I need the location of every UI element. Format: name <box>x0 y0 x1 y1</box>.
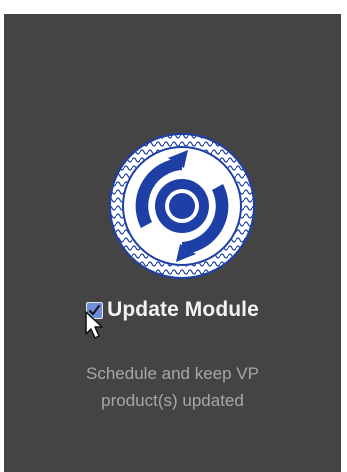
module-title-row: Update Module <box>4 294 341 326</box>
module-description-line-2: product(s) updated <box>101 391 244 410</box>
module-description-line-1: Schedule and keep VP <box>86 364 259 383</box>
update-module-logo-icon <box>109 133 255 279</box>
module-title: Update Module <box>107 298 259 321</box>
checkbox-checked-icon <box>88 304 101 315</box>
module-description: Schedule and keep VP product(s) updated <box>4 360 341 414</box>
update-module-card[interactable]: Update Module Schedule and keep VP produ… <box>4 14 341 472</box>
module-checkbox[interactable] <box>86 301 104 319</box>
